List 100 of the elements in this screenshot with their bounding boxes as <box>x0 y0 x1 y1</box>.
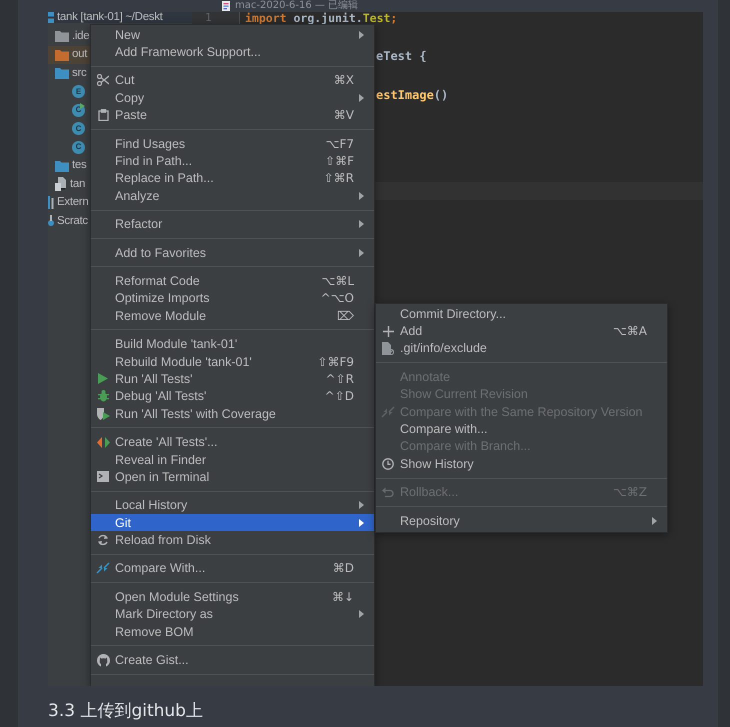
shortcut-label: ⌘↓ <box>332 590 354 604</box>
submenu-arrow-icon <box>652 516 656 525</box>
tree-item[interactable]: Extern <box>48 196 88 210</box>
menu-item[interactable]: Copy <box>91 89 374 107</box>
shortcut-label: ⌘V <box>334 108 354 122</box>
clipboard-icon <box>98 109 108 122</box>
compare-arrows-icon <box>96 562 110 574</box>
github-icon <box>96 654 110 667</box>
tree-item[interactable]: src <box>55 66 86 80</box>
tree-item[interactable]: .ide <box>55 30 90 43</box>
menu-item[interactable]: Commit Directory... <box>376 305 667 322</box>
menu-item[interactable]: Find in Path... ⇧⌘F <box>91 152 374 170</box>
bug-icon <box>98 390 108 402</box>
menu-item[interactable]: Create 'All Tests'... <box>91 433 374 451</box>
shortcut-label: ^⇧R <box>326 372 354 386</box>
submenu-arrow-icon <box>358 518 364 527</box>
class-icon[interactable]: E <box>72 85 85 98</box>
menu-item[interactable]: Optimize Imports ^⌥O <box>91 290 374 308</box>
menu-item[interactable]: Add ⌥⌘A <box>376 322 667 340</box>
menu-item[interactable]: Replace in Path... ⇧⌘R <box>91 170 374 188</box>
tree-label: out <box>72 48 88 62</box>
menu-item[interactable]: Refactor <box>91 216 374 233</box>
code-line: eTest { <box>376 50 427 63</box>
folder-icon <box>55 30 69 42</box>
document-icon <box>222 1 230 11</box>
menu-item[interactable]: New <box>91 26 374 44</box>
file-icon <box>55 177 67 192</box>
menu-item[interactable]: Add Framework Support... <box>91 43 374 61</box>
menu-item[interactable]: Remove Module ⌦ <box>91 307 374 324</box>
tree-label: Scratc <box>57 214 88 228</box>
menu-item[interactable]: Remove BOM <box>91 622 374 640</box>
menu-item[interactable]: Mark Directory as <box>91 606 374 623</box>
shortcut-label: ⌥⌘L <box>321 274 354 288</box>
tree-label: tes <box>72 159 86 172</box>
shortcut-label: ⌘D <box>332 561 354 576</box>
submenu-arrow-icon <box>358 220 364 228</box>
shield-play-icon <box>96 407 110 420</box>
clock-icon <box>382 458 394 470</box>
tree-label: Extern <box>57 196 88 210</box>
run-marker-icon <box>80 102 85 109</box>
shortcut-label: ⇧⌘F9 <box>317 354 354 369</box>
tree-label: src <box>72 66 86 80</box>
tree-label: .ide <box>72 30 90 43</box>
shortcut-label: ⌥⌘A <box>612 324 647 338</box>
menu-item[interactable]: Debug 'All Tests' ^⇧D <box>91 388 374 406</box>
menu-item[interactable]: Rebuild Module 'tank-01' ⇧⌘F9 <box>91 352 374 370</box>
menu-item[interactable]: Build Module 'tank-01' <box>91 335 374 353</box>
play-icon <box>98 373 108 384</box>
menu-item[interactable]: Compare with... <box>376 420 667 438</box>
reload-icon <box>97 534 109 546</box>
menu-item[interactable]: Compare With... ⌘D <box>91 560 374 578</box>
shortcut-label: ⇧⌘F <box>325 154 354 168</box>
submenu-arrow-icon <box>358 248 364 257</box>
menu-item[interactable]: Reveal in Finder <box>91 450 374 468</box>
code-line: import org.junit.Test; <box>245 12 398 24</box>
code-line: estImage() <box>376 89 448 102</box>
menu-item[interactable]: Show History <box>376 455 667 473</box>
terminal-icon <box>97 471 109 482</box>
menu-item[interactable]: Reformat Code ⌥⌘L <box>91 272 374 290</box>
folder-icon <box>55 48 69 61</box>
menu-item[interactable]: Git <box>91 514 374 532</box>
menu-item[interactable]: Open Module Settings ⌘↓ <box>91 588 374 606</box>
section-heading: 3.3 上传到github上 <box>48 700 203 722</box>
shortcut-label: ^⌥O <box>320 291 354 306</box>
submenu-arrow-icon <box>358 30 364 39</box>
class-icon[interactable]: C <box>72 122 85 136</box>
compare-arrows-icon <box>381 406 395 418</box>
menu-item[interactable]: Local History <box>91 496 374 514</box>
file-blocked-icon <box>382 342 394 355</box>
tree-item[interactable]: Scratc <box>48 214 88 228</box>
menu-item[interactable]: Open in Terminal <box>91 468 374 486</box>
shortcut-label: ⌥F7 <box>326 136 354 151</box>
arrows-icon <box>96 436 110 448</box>
folder-icon <box>55 67 69 80</box>
menu-item[interactable]: Add to Favorites <box>91 244 374 262</box>
submenu-arrow-icon <box>358 610 364 618</box>
menu-item[interactable]: Find Usages ⌥F7 <box>91 134 374 152</box>
shortcut-label: ^⇧D <box>324 389 354 404</box>
tree-label: tan <box>70 178 86 191</box>
tree-item[interactable]: tes <box>55 159 86 172</box>
shortcut-label: ⇧⌘R <box>324 171 354 186</box>
menu-item[interactable]: Run 'All Tests' with Coverage <box>91 405 374 422</box>
plus-icon <box>382 326 394 337</box>
menu-item[interactable]: Analyze <box>91 187 374 205</box>
class-icon[interactable]: C <box>72 140 85 154</box>
menu-item[interactable]: Repository <box>376 512 667 530</box>
menu-item[interactable]: Paste ⌘V <box>91 106 374 124</box>
menu-item[interactable]: .git/info/exclude <box>376 340 667 358</box>
scratch-icon <box>48 214 54 228</box>
menu-item[interactable]: Run 'All Tests' ^⇧R <box>91 370 374 388</box>
shortcut-label: ⌘X <box>334 73 354 88</box>
tree-item[interactable]: out <box>55 48 88 62</box>
shortcut-label: ⌦ <box>337 308 354 323</box>
tree-item[interactable]: tan <box>55 177 86 192</box>
menu-item[interactable]: Reload from Disk <box>91 531 374 549</box>
submenu-arrow-icon <box>358 94 364 102</box>
menu-item[interactable]: Create Gist... <box>91 651 374 669</box>
menu-item[interactable]: Cut ⌘X <box>91 72 374 90</box>
document-title: mac-2020-6-16 — 已编辑 <box>235 0 358 12</box>
library-icon <box>48 196 54 210</box>
